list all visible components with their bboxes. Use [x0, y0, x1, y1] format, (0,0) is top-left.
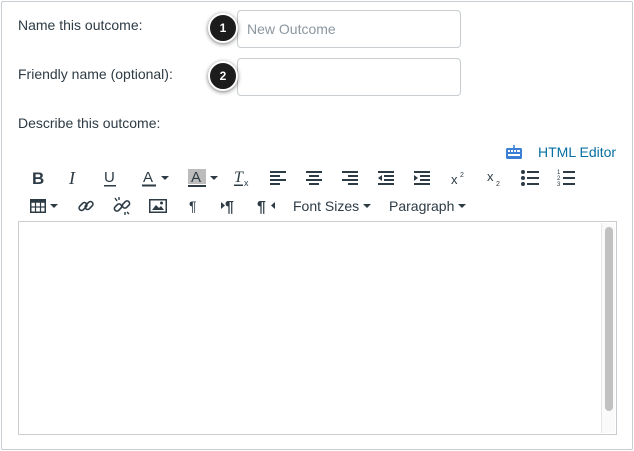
- svg-text:I: I: [68, 170, 76, 186]
- unlink-icon: [113, 197, 131, 215]
- keyboard-icon: [506, 145, 522, 159]
- align-right-button[interactable]: [340, 167, 360, 189]
- rtl-icon: ¶: [257, 199, 275, 214]
- svg-text:A: A: [143, 169, 153, 186]
- svg-text:A: A: [191, 169, 201, 186]
- numbered-list-button[interactable]: 1 2 3: [556, 167, 576, 189]
- name-outcome-label: Name this outcome:: [18, 17, 143, 33]
- bullet-list-icon: [521, 170, 539, 186]
- svg-text:U: U: [104, 169, 115, 186]
- svg-text:x: x: [487, 169, 494, 184]
- html-editor-toggle[interactable]: HTML Editor: [506, 144, 616, 160]
- chevron-down-icon: [210, 176, 218, 180]
- svg-text:T: T: [234, 169, 244, 186]
- superscript-button[interactable]: x 2: [448, 167, 468, 189]
- clear-formatting-button[interactable]: T x: [232, 167, 254, 189]
- image-button[interactable]: [148, 195, 168, 217]
- font-sizes-dropdown[interactable]: Font Sizes: [293, 195, 373, 217]
- italic-button[interactable]: I: [64, 167, 84, 189]
- svg-text:2: 2: [460, 172, 464, 179]
- unlink-button[interactable]: [111, 195, 133, 217]
- bold-icon: B: [32, 170, 44, 186]
- align-center-icon: [306, 171, 322, 185]
- link-icon: [78, 200, 94, 212]
- chevron-down-icon: [161, 176, 169, 180]
- paragraph-format-label: Paragraph: [389, 198, 455, 214]
- left-to-right-button[interactable]: ¶: [220, 195, 240, 217]
- paragraph-mark-button[interactable]: ¶: [186, 195, 202, 217]
- describe-outcome-label: Describe this outcome:: [18, 115, 161, 131]
- editor-scrollbar[interactable]: [601, 223, 615, 433]
- ltr-icon: ¶: [221, 199, 234, 214]
- svg-text:2: 2: [496, 181, 500, 187]
- bullet-list-button[interactable]: [520, 167, 540, 189]
- friendly-name-input[interactable]: [237, 58, 461, 96]
- background-color-button[interactable]: A: [183, 167, 223, 189]
- link-button[interactable]: [76, 195, 96, 217]
- svg-text:¶: ¶: [225, 199, 234, 214]
- text-color-icon: A: [142, 169, 156, 187]
- right-to-left-button[interactable]: ¶: [256, 195, 276, 217]
- svg-text:¶: ¶: [189, 198, 197, 214]
- font-sizes-label: Font Sizes: [293, 198, 360, 214]
- svg-text:¶: ¶: [257, 199, 266, 214]
- align-left-icon: [270, 171, 286, 185]
- outdent-button[interactable]: [376, 167, 396, 189]
- indent-button[interactable]: [412, 167, 432, 189]
- paragraph-format-dropdown[interactable]: Paragraph: [389, 195, 471, 217]
- rich-content-editor-area[interactable]: [18, 221, 617, 435]
- table-icon: [30, 199, 46, 213]
- background-color-icon: A: [188, 169, 206, 187]
- chevron-down-icon: [50, 204, 58, 208]
- numbered-list-icon: 1 2 3: [557, 170, 575, 187]
- underline-button[interactable]: U: [100, 167, 120, 189]
- outdent-icon: [378, 171, 394, 185]
- scrollbar-thumb[interactable]: [605, 227, 613, 411]
- friendly-name-label: Friendly name (optional):: [18, 66, 173, 82]
- outcome-name-input[interactable]: [237, 10, 461, 48]
- align-right-icon: [342, 171, 358, 185]
- svg-text:3: 3: [557, 182, 561, 187]
- align-center-button[interactable]: [304, 167, 324, 189]
- chevron-down-icon: [363, 204, 372, 208]
- svg-text:B: B: [32, 170, 44, 186]
- image-icon: [149, 199, 167, 213]
- table-button[interactable]: [28, 195, 60, 217]
- callout-marker-2: 2: [208, 61, 238, 91]
- callout-marker-1: 1: [208, 13, 238, 43]
- bold-button[interactable]: B: [28, 167, 48, 189]
- underline-icon: U: [104, 169, 116, 187]
- chevron-down-icon: [458, 204, 467, 208]
- html-editor-label: HTML Editor: [538, 144, 617, 160]
- paragraph-mark-icon: ¶: [189, 198, 197, 214]
- subscript-icon: x 2: [487, 169, 500, 187]
- align-left-button[interactable]: [268, 167, 288, 189]
- svg-text:x: x: [451, 172, 458, 186]
- clear-formatting-icon: T x: [234, 169, 249, 187]
- subscript-button[interactable]: x 2: [484, 167, 504, 189]
- indent-icon: [414, 171, 430, 185]
- superscript-icon: x 2: [451, 172, 464, 186]
- text-color-button[interactable]: A: [136, 167, 174, 189]
- italic-icon: I: [68, 170, 76, 186]
- svg-text:x: x: [244, 178, 249, 187]
